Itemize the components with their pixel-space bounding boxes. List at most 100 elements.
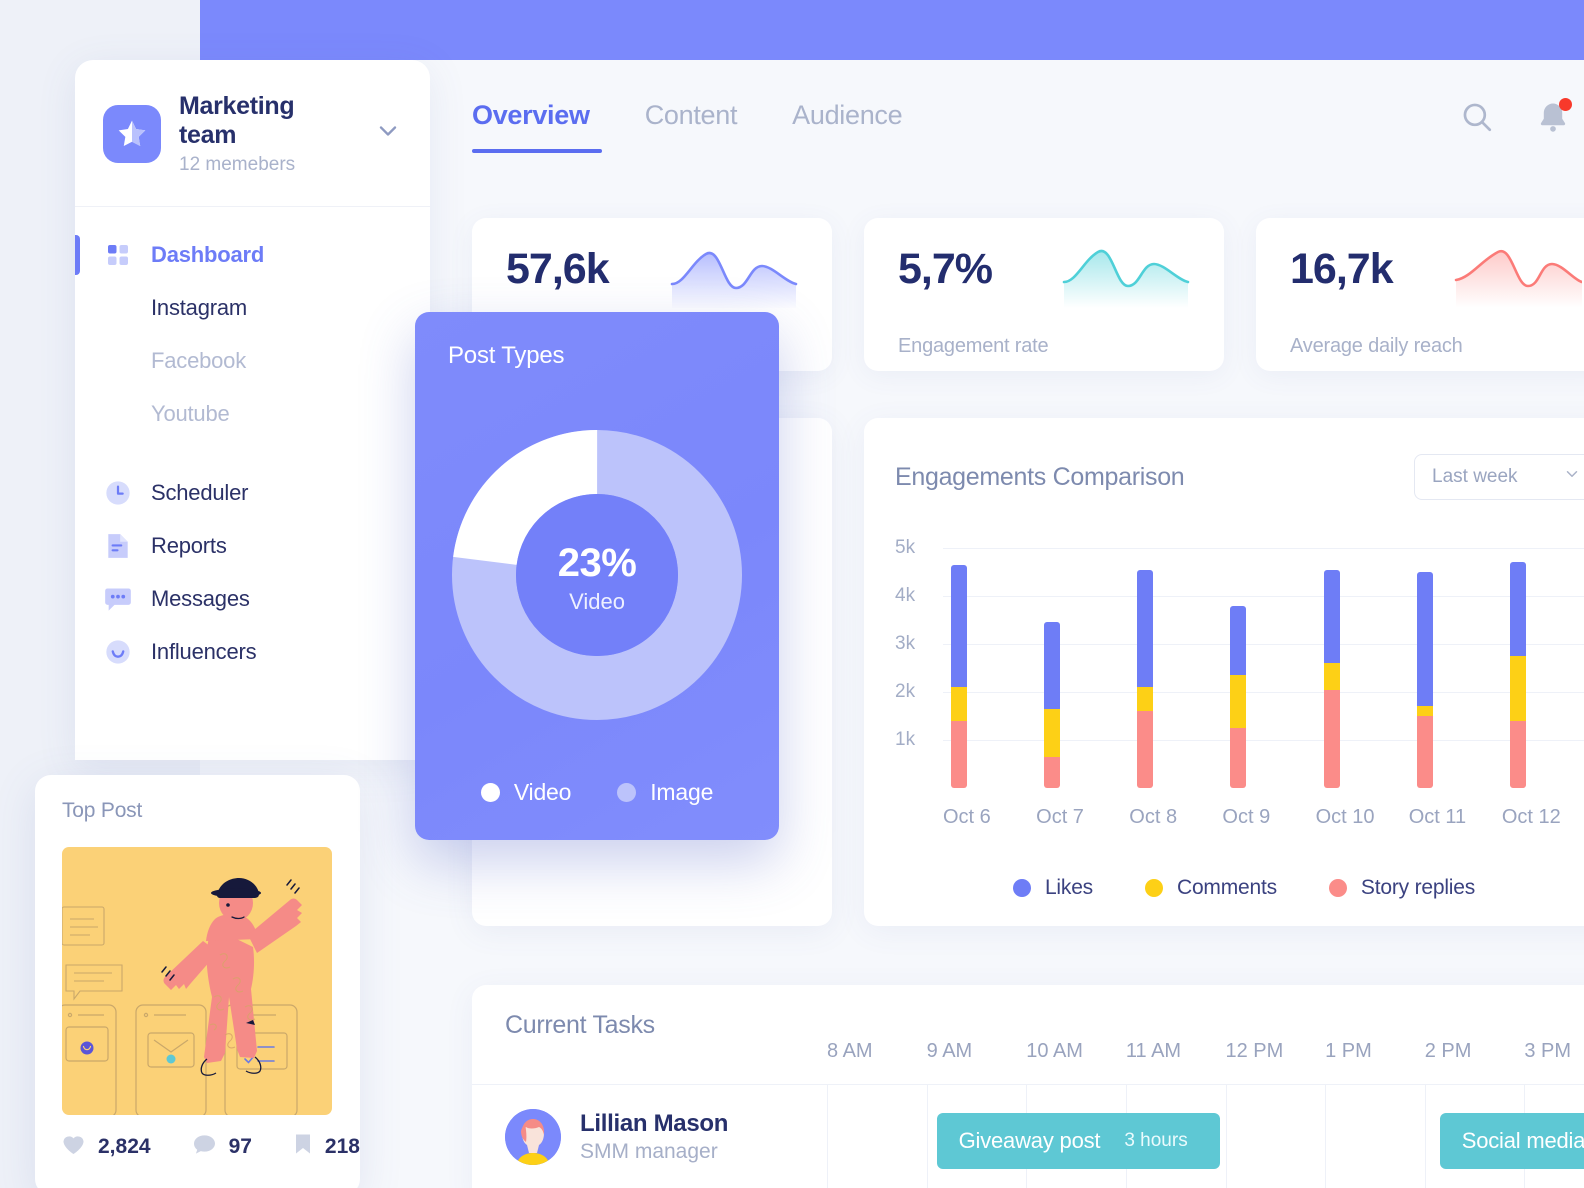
bell-icon[interactable] [1536, 98, 1572, 139]
stacked-bar[interactable] [1323, 569, 1340, 788]
bar-column[interactable] [1502, 548, 1584, 788]
bar-column[interactable] [943, 548, 1036, 788]
top-post-image[interactable] [62, 847, 332, 1115]
stacked-bar[interactable] [1416, 572, 1433, 788]
bar-column[interactable] [1129, 548, 1222, 788]
comments-stat[interactable]: 97 [193, 1134, 252, 1160]
chart-title: Engagements Comparison [895, 462, 1185, 491]
stacked-bar[interactable] [1044, 622, 1061, 788]
timeline-hours: 8 AM 9 AM 10 AM 11 AM 12 PM 1 PM 2 PM 3 PM [827, 1040, 1584, 1063]
legend-label: Image [650, 779, 714, 805]
team-switcher[interactable]: Marketing team 12 memebers [75, 60, 430, 207]
heart-icon [62, 1134, 85, 1160]
tab-overview[interactable]: Overview [472, 100, 602, 153]
sidebar-item-scheduler[interactable]: Scheduler [75, 467, 430, 520]
task-label: Social media s [1461, 1128, 1584, 1153]
search-icon[interactable] [1460, 100, 1494, 139]
legend-item-likes[interactable]: Likes [1012, 876, 1093, 900]
y-axis-tick: 3k [895, 633, 916, 654]
legend-dot-comments [1144, 879, 1163, 897]
task-bar[interactable]: Giveaway post 3 hours [936, 1113, 1220, 1169]
comments-count: 97 [228, 1134, 252, 1158]
legend-item-comments[interactable]: Comments [1144, 876, 1277, 900]
clock-icon [103, 478, 133, 508]
bar-segment-likes [1230, 605, 1247, 676]
bar-column[interactable] [1316, 548, 1409, 788]
timeline-hour-label: 1 PM [1325, 1040, 1372, 1062]
bar-segment-comments [1230, 675, 1247, 729]
kpi-label: Engagement rate [898, 335, 1049, 357]
x-axis-tick: Oct 9 [1222, 806, 1271, 828]
legend-item-image[interactable]: Image [617, 779, 713, 806]
stacked-bar[interactable] [951, 564, 967, 788]
bar-segment-likes [1416, 572, 1433, 707]
chat-icon [103, 584, 133, 614]
bar-column[interactable] [1036, 548, 1129, 788]
timeline-hour-label: 11 AM [1125, 1040, 1182, 1062]
document-icon [103, 531, 133, 561]
donut-percent: 23% [557, 540, 637, 585]
bar-segment-likes [1323, 569, 1340, 664]
bookmark-stat[interactable]: 218 [294, 1133, 360, 1160]
tab-audience[interactable]: Audience [792, 100, 903, 153]
bar-column[interactable] [1222, 548, 1315, 788]
timeline-slot[interactable] [1225, 1085, 1326, 1188]
y-axis-tick: 2k [895, 681, 916, 702]
stacked-bar[interactable] [1137, 569, 1154, 788]
task-bar[interactable]: Social media s [1439, 1113, 1584, 1169]
legend-dot-likes [1012, 879, 1031, 897]
legend-item-video[interactable]: Video [480, 779, 571, 806]
likes-stat[interactable]: 2,824 [62, 1134, 151, 1160]
chart-legend: Likes Comments Story replies [864, 876, 1584, 900]
kpi-value: 5,7% [898, 245, 993, 293]
task-label: Giveaway post [958, 1128, 1101, 1153]
y-axis-tick: 5k [895, 537, 916, 558]
timeline-slot[interactable] [1325, 1085, 1425, 1188]
kpi-card-engagement: 5,7% Engagement rate [864, 218, 1224, 371]
bar-segment-comments [1509, 656, 1526, 721]
legend-label: Story replies [1360, 876, 1476, 899]
kpi-card-reach: 16,7k Average daily reach [1256, 218, 1584, 371]
table-row: Lillian Mason SMM manager Giveaway post 3… [472, 1084, 1584, 1188]
bar-column[interactable] [1409, 548, 1502, 788]
bar-segment-story-replies [1137, 711, 1154, 788]
bar-segment-story-replies [1509, 720, 1526, 788]
stacked-bar[interactable] [1230, 605, 1247, 788]
engagements-comparison-card: Engagements Comparison Last week 5k 4k 3k 2… [864, 418, 1584, 926]
stacked-bar[interactable] [1509, 562, 1526, 788]
bar-segment-likes [951, 564, 967, 688]
legend-dot-image [617, 783, 637, 802]
current-tasks-card: Current Tasks 8 AM 9 AM 10 AM 11 AM 12 PM 1 P… [472, 985, 1584, 1188]
sidebar-item-reports[interactable]: Reports [75, 520, 430, 573]
tab-content[interactable]: Content [645, 100, 738, 153]
legend-item-story-replies[interactable]: Story replies [1328, 876, 1476, 900]
x-axis-labels: Oct 6 Oct 7 Oct 8 Oct 9 Oct 10 Oct 11 Oct 12 [943, 806, 1584, 829]
legend-dot-story-replies [1328, 879, 1347, 897]
sparkline-chart [1454, 244, 1584, 313]
timeline-hour-label: 12 PM [1225, 1040, 1284, 1062]
legend-label: Likes [1044, 876, 1093, 899]
comment-icon [193, 1134, 216, 1160]
sidebar-item-youtube[interactable]: Youtube [75, 388, 430, 441]
top-post-stats: 2,824 97 218 [62, 1133, 360, 1160]
chevron-down-icon[interactable] [374, 117, 402, 150]
team-member-count: 12 memebers [179, 153, 296, 175]
sidebar-item-influencers[interactable]: Influencers [75, 626, 430, 679]
sidebar-item-messages[interactable]: Messages [75, 573, 430, 626]
sidebar-item-dashboard[interactable]: Dashboard [75, 229, 430, 282]
bar-segment-story-replies [1044, 756, 1061, 788]
sidebar-item-facebook[interactable]: Facebook [75, 335, 430, 388]
task-assignee[interactable]: Lillian Mason SMM manager [505, 1109, 728, 1165]
donut-category: Video [569, 588, 625, 614]
sidebar-item-instagram[interactable]: Instagram [75, 282, 430, 335]
bar-segment-comments [1416, 706, 1433, 717]
timeline-slot[interactable] [827, 1085, 927, 1188]
task-duration: 3 hours [1124, 1130, 1188, 1151]
notification-dot [1559, 98, 1572, 111]
sidebar-item-label: Scheduler [151, 480, 249, 505]
bars-container [943, 548, 1584, 788]
x-axis-tick: Oct 6 [943, 806, 991, 828]
date-range-select[interactable]: Last week [1414, 454, 1584, 500]
sidebar-item-label: Youtube [151, 401, 230, 426]
